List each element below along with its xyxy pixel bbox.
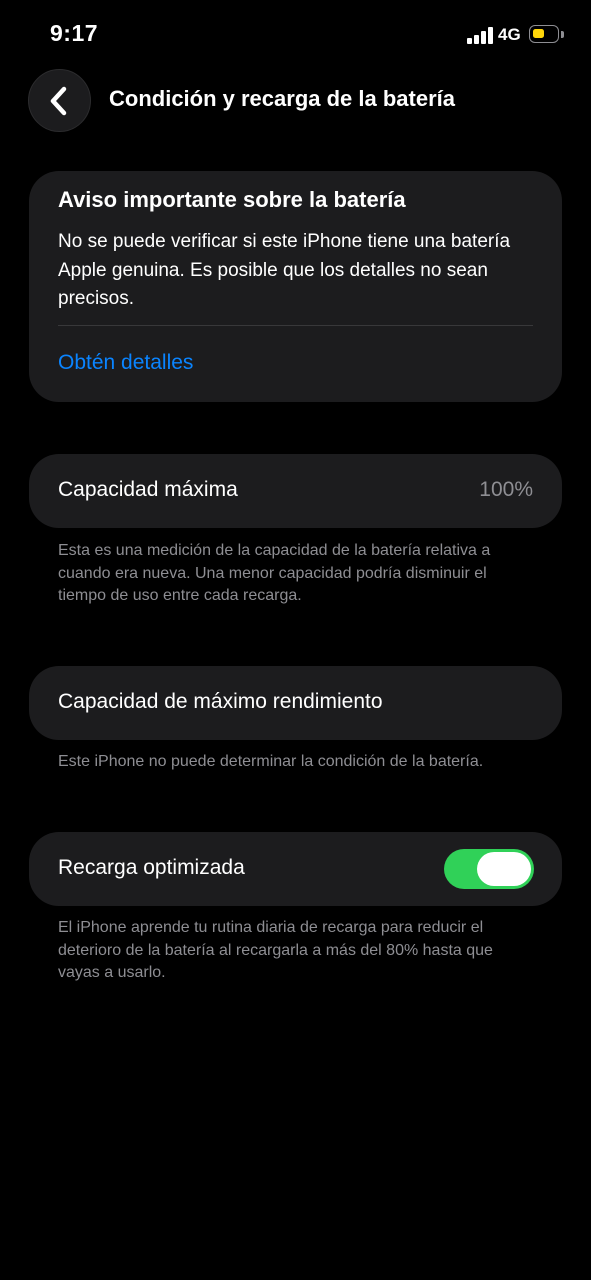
network-type: 4G — [498, 25, 521, 44]
battery-cap — [561, 31, 564, 38]
battery-level — [533, 29, 544, 38]
optimized-charging-footnote: El iPhone aprende tu rutina diaria de re… — [58, 919, 493, 981]
divider — [58, 325, 533, 326]
battery-icon — [529, 25, 559, 43]
optimized-charging-label: Recarga optimizada — [58, 856, 245, 879]
back-button[interactable] — [28, 69, 91, 132]
max-capacity-label: Capacidad máxima — [58, 478, 238, 501]
toggle-knob — [477, 852, 531, 886]
max-capacity-value: 100% — [479, 478, 533, 501]
cellular-signal-icon — [467, 27, 493, 44]
chevron-left-icon — [50, 86, 67, 116]
optimized-charging-toggle[interactable] — [444, 849, 534, 889]
max-capacity-footnote: Esta es una medición de la capacidad de … — [58, 542, 491, 604]
notice-body: No se puede verificar si este iPhone tie… — [58, 231, 511, 309]
status-bar: 9:17 4G — [0, 0, 591, 70]
page-title: Condición y recarga de la batería — [109, 86, 456, 111]
status-time: 9:17 — [50, 20, 99, 46]
notice-title: Aviso importante sobre la batería — [58, 187, 406, 212]
optimized-charging-row: Recarga optimizada — [29, 832, 562, 906]
get-details-link[interactable]: Obtén detalles — [58, 351, 193, 375]
max-capacity-row: Capacidad máxima 100% — [29, 454, 562, 528]
battery-notice-card: Aviso importante sobre la batería No se … — [29, 171, 562, 402]
peak-performance-label: Capacidad de máximo rendimiento — [58, 690, 383, 713]
peak-performance-footnote: Este iPhone no puede determinar la condi… — [58, 753, 484, 770]
peak-performance-row: Capacidad de máximo rendimiento — [29, 666, 562, 740]
